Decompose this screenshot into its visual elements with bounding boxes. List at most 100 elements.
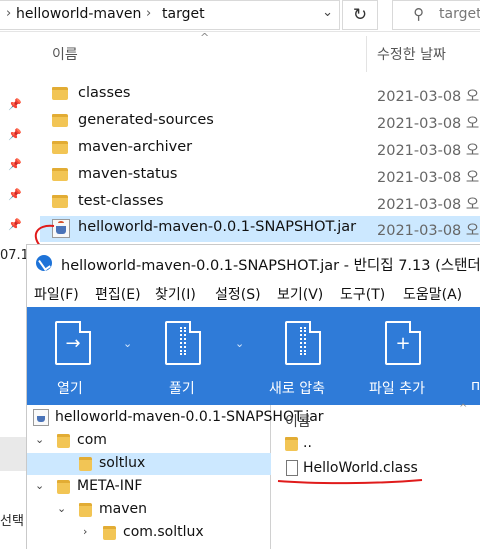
file-list-header-name[interactable]: 이름 [285,411,311,431]
breadcrumb-separator-icon: › [146,6,152,21]
explorer-top-bar: › helloworld-maven › target ⌄ ↻ ⚲ target [0,0,480,32]
sort-ascending-icon: ^ [459,403,468,414]
pin-icon: 📌 [8,128,22,141]
file-row[interactable]: maven-status 2021-03-08 오후 [40,163,480,189]
file-row-selected[interactable]: helloworld-maven-0.0.1-SNAPSHOT.jar 2021… [40,216,480,242]
file-row[interactable]: classes 2021-03-08 오후 [40,82,480,108]
file-row[interactable]: maven-archiver 2021-03-08 오후 [40,136,480,162]
archive-body: helloworld-maven-0.0.1-SNAPSHOT.jar ⌄ co… [27,403,480,549]
menu-tools[interactable]: 도구(T) [340,284,385,304]
tree-item-label: com.soltlux [123,524,204,540]
chevron-down-icon[interactable]: ⌄ [322,5,333,20]
file-date: 2021-03-08 오후 [377,170,480,186]
tree-item-label: maven [99,501,147,517]
add-file-button[interactable]: + 파일 추가 [359,307,459,405]
file-name: generated-sources [78,112,214,128]
folder-icon [52,87,68,100]
annotation-underline [277,479,423,485]
tree-item-soltlux[interactable]: soltlux [27,453,271,475]
bandizip-window: helloworld-maven-0.0.1-SNAPSHOT.jar - 반디… [26,244,480,549]
address-bar[interactable]: › helloworld-maven › target ⌄ [0,0,340,30]
tree-item-com[interactable]: ⌄ com [27,430,271,452]
folder-icon [79,503,92,517]
tree-item-maven[interactable]: ⌄ maven [27,499,271,521]
file-list: ^ 이름 .. HelloWorld.class [275,403,480,549]
file-list-item-name: .. [303,435,312,451]
pin-icon: 📌 [8,158,22,171]
menu-find[interactable]: 찾기(I) [155,284,196,304]
pin-icon: 📌 [8,188,22,201]
folder-tree: helloworld-maven-0.0.1-SNAPSHOT.jar ⌄ co… [27,405,324,549]
pin-icon: 📌 [8,98,22,111]
refresh-button[interactable]: ↻ [342,0,378,30]
column-divider[interactable] [366,36,367,72]
new-archive-button[interactable]: 새로 압축 [259,307,359,405]
menu-edit[interactable]: 편집(E) [95,284,141,304]
chevron-right-icon[interactable]: › [83,525,87,538]
folder-icon [79,457,92,471]
file-list-item[interactable]: HelloWorld.class [283,458,480,480]
folder-icon [57,434,70,448]
menu-file[interactable]: 파일(F) [34,284,79,304]
file-name: maven-archiver [78,139,193,155]
file-date: 2021-03-08 오후 [377,143,480,159]
column-header-date[interactable]: 수정한 날짜 [377,44,446,64]
menu-settings[interactable]: 설정(S) [215,284,261,304]
menu-bar: 파일(F) 편집(E) 찾기(I) 설정(S) 보기(V) 도구(T) 도움말(… [27,279,480,307]
open-archive-icon: → [55,321,91,365]
folder-icon [285,437,298,451]
file-name: test-classes [78,193,164,209]
toolbar-overflow-button[interactable]: п [463,307,480,405]
title-bar[interactable]: helloworld-maven-0.0.1-SNAPSHOT.jar - 반디… [27,245,480,279]
file-name: classes [78,85,131,101]
search-box[interactable]: ⚲ target [392,0,480,30]
class-file-icon [286,460,298,476]
sort-ascending-icon: ^ [200,31,210,44]
breadcrumb-item[interactable]: target [162,6,205,22]
open-button-label: 열기 [57,381,83,397]
file-date: 2021-03-08 오후 [377,197,480,213]
open-button[interactable]: → ⌄ 열기 [27,307,139,405]
search-icon: ⚲ [413,5,424,23]
file-date: 2021-03-08 오후 [377,116,480,132]
folder-icon [52,114,68,127]
chevron-down-icon[interactable]: ⌄ [235,337,244,350]
breadcrumb-item[interactable]: helloworld-maven [16,6,141,22]
new-archive-button-label: 새로 압축 [269,381,325,397]
extract-icon [165,321,201,365]
chevron-down-icon[interactable]: ⌄ [35,479,44,492]
bandizip-logo-icon [36,255,52,271]
folder-icon [57,480,70,494]
chevron-left-icon: › [6,6,12,21]
tree-item-label: soltlux [99,455,146,471]
file-date: 2021-03-08 오후 [377,223,480,239]
add-file-button-label: 파일 추가 [369,381,425,397]
menu-help[interactable]: 도움말(A) [403,284,462,304]
column-header-name[interactable]: 이름 [52,44,78,64]
folder-icon [52,195,68,208]
tree-item-label: META-INF [77,478,143,494]
file-row[interactable]: test-classes 2021-03-08 오후 [40,190,480,216]
extract-button[interactable]: ⌄ 풀기 [139,307,251,405]
file-list-item[interactable]: .. [283,433,480,455]
tree-item-meta-inf[interactable]: ⌄ META-INF [27,476,271,498]
folder-icon [52,141,68,154]
toolbar-overflow-label: п [471,378,480,394]
chevron-down-icon[interactable]: ⌄ [35,433,44,446]
extract-button-label: 풀기 [169,381,195,397]
toolbar: → ⌄ 열기 ⌄ 풀기 새로 압축 + 파일 추가 п [27,307,480,405]
search-placeholder: target [439,6,480,22]
tree-item-label: com [77,432,107,448]
file-row[interactable]: generated-sources 2021-03-08 오후 [40,109,480,135]
file-date: 2021-03-08 오후 [377,89,480,105]
add-file-icon: + [385,321,421,365]
chevron-down-icon[interactable]: ⌄ [123,337,132,350]
file-name: helloworld-maven-0.0.1-SNAPSHOT.jar [78,219,357,235]
tree-item-com-soltlux[interactable]: › com.soltlux [27,522,271,544]
window-title: helloworld-maven-0.0.1-SNAPSHOT.jar - 반디… [61,258,480,274]
jar-file-icon [33,409,49,426]
chevron-down-icon[interactable]: ⌄ [57,502,66,515]
tree-item-archive[interactable]: helloworld-maven-0.0.1-SNAPSHOT.jar [27,407,324,429]
folder-icon [103,526,116,540]
menu-view[interactable]: 보기(V) [277,284,323,304]
